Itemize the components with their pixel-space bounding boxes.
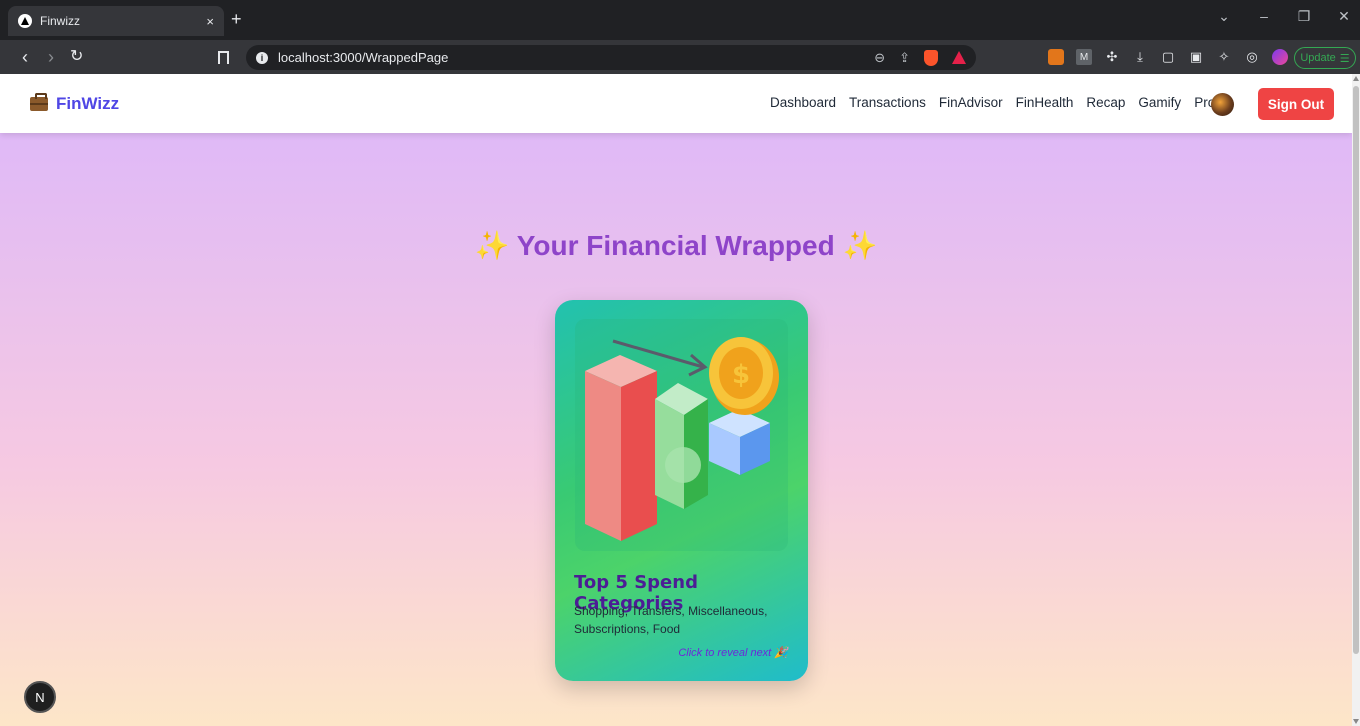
tab-close-icon[interactable]: × bbox=[206, 14, 214, 29]
reload-icon[interactable]: ↻ bbox=[70, 46, 83, 68]
wrapped-card[interactable]: $ Top 5 Spend Categories Shopping, Trans… bbox=[555, 300, 808, 681]
nav-dashboard[interactable]: Dashboard bbox=[770, 95, 836, 110]
browser-toolbar: ‹ › ↻ i localhost:3000/WrappedPage ⊖ ⇪ M… bbox=[0, 40, 1360, 74]
brave-shields-icon[interactable] bbox=[924, 49, 938, 66]
forward-icon[interactable]: › bbox=[48, 46, 54, 68]
browser-tabbar: Finwizz × + ⌄ – ❐ ✕ bbox=[0, 0, 1360, 40]
address-bar[interactable]: i localhost:3000/WrappedPage ⊖ ⇪ bbox=[246, 45, 976, 70]
share-icon[interactable]: ⇪ bbox=[899, 50, 910, 66]
minimize-icon[interactable]: – bbox=[1256, 8, 1272, 25]
metamask-icon[interactable] bbox=[1048, 49, 1064, 65]
close-window-icon[interactable]: ✕ bbox=[1336, 8, 1352, 25]
zoom-icon[interactable]: ⊖ bbox=[874, 50, 885, 66]
new-tab-button[interactable]: + bbox=[231, 9, 242, 29]
sparkle-icon: ✨ bbox=[842, 230, 878, 261]
profile-icon[interactable] bbox=[1272, 49, 1288, 65]
reveal-next-link[interactable]: Click to reveal next 🎉 bbox=[678, 646, 788, 659]
site-favicon-icon bbox=[18, 14, 32, 28]
brave-rewards-icon[interactable] bbox=[952, 51, 966, 64]
page-title: ✨ Your Financial Wrapped ✨ bbox=[0, 229, 1352, 262]
sparkle-icon: ✨ bbox=[474, 230, 510, 261]
address-bar-actions: ⊖ ⇪ bbox=[874, 49, 966, 66]
menu-icon: ☰ bbox=[1339, 52, 1350, 65]
avatar[interactable] bbox=[1211, 93, 1234, 116]
briefcase-icon bbox=[30, 93, 48, 111]
vpn-icon[interactable]: ◎ bbox=[1244, 49, 1260, 65]
leo-ai-icon[interactable]: ✧ bbox=[1216, 49, 1232, 65]
brand[interactable]: FinWizz bbox=[30, 93, 120, 114]
tab-search-icon[interactable]: ⌄ bbox=[1216, 8, 1232, 25]
bookmark-icon[interactable] bbox=[218, 51, 229, 64]
back-icon[interactable]: ‹ bbox=[22, 46, 28, 68]
app-navbar: FinWizz Dashboard Transactions FinAdviso… bbox=[0, 74, 1352, 133]
url-text[interactable]: localhost:3000/WrappedPage bbox=[278, 50, 874, 65]
nav-links: Dashboard Transactions FinAdvisor FinHea… bbox=[770, 95, 1232, 110]
scroll-up-icon[interactable] bbox=[1353, 76, 1359, 81]
window-controls: ⌄ – ❐ ✕ bbox=[1216, 8, 1352, 25]
nextjs-devtools-button[interactable]: N bbox=[24, 681, 56, 713]
brand-name: FinWizz bbox=[56, 94, 120, 113]
scrollbar-thumb[interactable] bbox=[1353, 86, 1359, 654]
site-info-icon[interactable]: i bbox=[256, 51, 268, 64]
page-scrollbar[interactable] bbox=[1352, 74, 1360, 726]
sign-out-button[interactable]: Sign Out bbox=[1258, 88, 1334, 120]
page-viewport: FinWizz Dashboard Transactions FinAdviso… bbox=[0, 74, 1352, 726]
bar-chart-coin-icon: $ bbox=[585, 337, 779, 541]
extension-icons: M ✣ ⤓ ▢ ▣ ✧ ◎ bbox=[1048, 49, 1288, 65]
sidebar-icon[interactable]: ▢ bbox=[1160, 49, 1176, 65]
wallet-icon[interactable]: ▣ bbox=[1188, 49, 1204, 65]
browser-tab[interactable]: Finwizz × bbox=[8, 6, 224, 36]
extension-m-icon[interactable]: M bbox=[1076, 49, 1092, 65]
page-title-text: Your Financial Wrapped bbox=[516, 230, 835, 261]
nav-transactions[interactable]: Transactions bbox=[849, 95, 926, 110]
svg-text:$: $ bbox=[732, 360, 750, 390]
tab-title: Finwizz bbox=[40, 14, 81, 28]
nav-finadvisor[interactable]: FinAdvisor bbox=[939, 95, 1003, 110]
restore-icon[interactable]: ❐ bbox=[1296, 8, 1312, 25]
card-description: Shopping, Transfers, Miscellaneous, Subs… bbox=[574, 604, 768, 636]
nav-recap[interactable]: Recap bbox=[1086, 95, 1125, 110]
update-label: Update bbox=[1300, 52, 1336, 64]
update-button[interactable]: Update ☰ bbox=[1294, 47, 1356, 69]
extensions-puzzle-icon[interactable]: ✣ bbox=[1104, 49, 1120, 65]
scroll-down-icon[interactable] bbox=[1353, 719, 1359, 724]
bar-chart-illustration: $ bbox=[575, 319, 788, 551]
nav-gamify[interactable]: Gamify bbox=[1138, 95, 1181, 110]
nav-finhealth[interactable]: FinHealth bbox=[1016, 95, 1074, 110]
download-icon[interactable]: ⤓ bbox=[1132, 49, 1148, 65]
